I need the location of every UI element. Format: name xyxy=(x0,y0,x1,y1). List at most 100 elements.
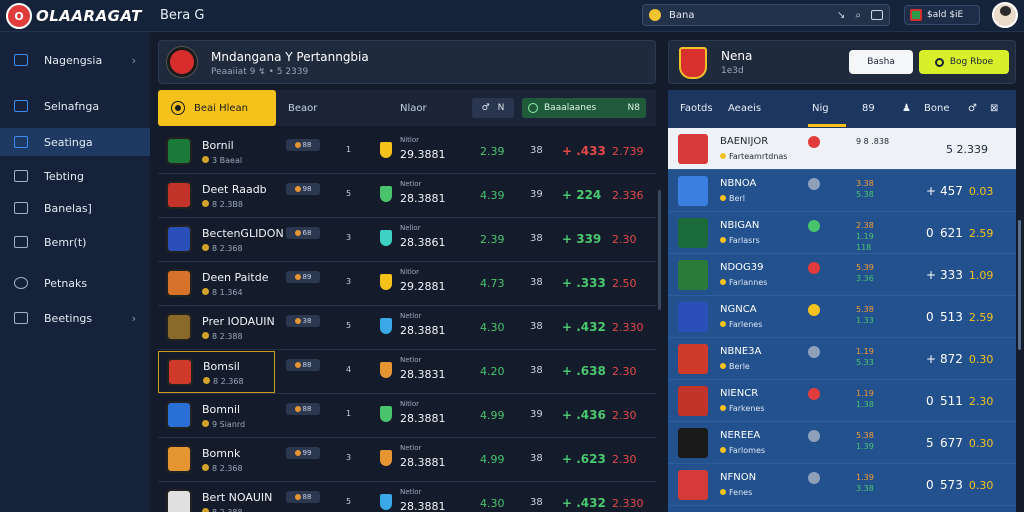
col-header[interactable]: Bone xyxy=(924,103,949,114)
brand-logo[interactable]: O OLAARAGAT xyxy=(6,3,142,29)
table-row[interactable]: BAENIJOR Farteamrtdnas 9 8 .838 5 2.339 xyxy=(668,128,1016,170)
price-value[interactable]: 2.30 xyxy=(612,453,637,466)
player-cell[interactable]: Bert NOAUIN 8 2.388 xyxy=(158,483,275,512)
col-header[interactable]: 89 xyxy=(862,103,875,114)
price-value[interactable]: 2.336 xyxy=(612,189,644,202)
avatar[interactable] xyxy=(992,2,1018,28)
table-row[interactable]: NEREEA Farlomes 5.38 1.39 5 677 0.30 xyxy=(668,422,1016,464)
price-value[interactable]: 2.330 xyxy=(612,321,644,334)
stat-chip[interactable]: 88 xyxy=(286,491,320,503)
player-name: Bert NOAUIN xyxy=(202,491,273,504)
price-value[interactable]: 2.30 xyxy=(612,365,637,378)
player-cell[interactable]: Deen Paitde 8 1.364 xyxy=(158,263,275,305)
col-header[interactable]: Faotds xyxy=(680,103,713,114)
table-row[interactable]: Bornil 3 Baeal 88 1 Nitlor 29.3881 2.39 38 + .43… xyxy=(158,130,656,174)
value-change: 0.30 xyxy=(968,437,994,450)
value-cell: 5 677 0.30 xyxy=(926,436,993,450)
table-row[interactable]: NBNE3A Berle 1.19 5.33 +872 0.30 xyxy=(668,338,1016,380)
odds-value[interactable]: 4.99 xyxy=(480,409,505,422)
table-row[interactable]: NGNCA Farlenes 5.38 1.33 0 513 2.59 xyxy=(668,296,1016,338)
stat-chip[interactable]: 88 xyxy=(286,403,320,415)
sidebar-item-networks[interactable]: Petnaks xyxy=(0,269,150,297)
price-value[interactable]: 2.739 xyxy=(612,145,644,158)
table-row[interactable]: NDOG39 Farlannes 5.39 3.36 +333 1.09 xyxy=(668,254,1016,296)
sidebar-item-settings[interactable]: Seatinga xyxy=(0,128,150,156)
trend-value: + 224 xyxy=(562,188,602,202)
player-name: NFNON xyxy=(720,472,757,483)
price-value[interactable]: 2.50 xyxy=(612,277,637,290)
sidebar-item-betting[interactable]: Tebting xyxy=(0,162,150,190)
jersey-icon xyxy=(678,176,708,206)
value-main: 511 xyxy=(940,394,963,408)
player-name: Bomsil xyxy=(203,360,240,373)
table-row[interactable]: Bomnil 9 Sianrd 88 1 Nitlor 28.3881 4.99 39 + .4… xyxy=(158,394,656,438)
sidebar-item-beetings[interactable]: Beetings › xyxy=(0,304,150,332)
table-row[interactable]: BectenGLIDON 8 2.368 68 3 Nelior 28.3861 2.39 3… xyxy=(158,218,656,262)
player-cell[interactable]: Deet Raadb 8 2.3B8 xyxy=(158,175,275,217)
search-bar[interactable]: Bana ↘ ⌕ xyxy=(642,4,890,26)
player-cell[interactable]: BectenGLIDON 8 2.368 xyxy=(158,219,284,261)
stat-line: 3.38 xyxy=(856,484,874,493)
stat-chip[interactable]: 68 xyxy=(286,227,320,239)
scrollbar[interactable] xyxy=(1018,220,1021,350)
odds-value[interactable]: 4.30 xyxy=(480,321,505,334)
table-row[interactable]: Bomnk 8 2.368 99 3 Netlor 28.3881 4.99 38 + .623… xyxy=(158,438,656,482)
table-row[interactable]: Prer IODAUIN 8 2.388 38 5 Netlor 28.3881 4.30 3… xyxy=(158,306,656,350)
table-row[interactable]: Bert NOAUIN 8 2.388 88 5 Netlor 28.3881 4.30 38… xyxy=(158,482,656,512)
close-box-icon[interactable]: ⊠ xyxy=(990,103,998,114)
table-row[interactable]: Bomsil 8 2.368 88 4 Netlor 28.3831 4.20 38 + .63… xyxy=(158,350,656,394)
price-value[interactable]: 2.30 xyxy=(612,233,637,246)
tab-active[interactable]: Beai Hlean xyxy=(158,90,276,126)
table-row[interactable]: NBIGAN Farlasrs 2.38 1.19 118 0 621 2.59 xyxy=(668,212,1016,254)
odds-value[interactable]: 4.20 xyxy=(480,365,505,378)
stat-chip[interactable]: 88 xyxy=(286,139,320,151)
stat-chip[interactable]: 98 xyxy=(286,183,320,195)
window-icon[interactable] xyxy=(871,9,883,20)
balance-button[interactable]: Baaalaanes N8 xyxy=(522,98,646,118)
value-prefix: 0 xyxy=(926,310,934,324)
value-cell: 0 573 0.30 xyxy=(926,478,993,492)
search-input[interactable]: Bana xyxy=(669,10,694,21)
col-header[interactable]: Aeaeis xyxy=(728,103,761,114)
stat-chip[interactable]: 88 xyxy=(286,359,320,371)
user-icon[interactable]: ♟ xyxy=(902,103,911,114)
region-selector[interactable]: $ald $iE xyxy=(904,5,980,25)
player-cell[interactable]: Bomsil 8 2.368 xyxy=(158,351,275,393)
odds-value[interactable]: 4.30 xyxy=(480,497,505,510)
shrink-icon[interactable]: ↘ xyxy=(837,10,845,21)
meta-text: 8 2.368 xyxy=(212,244,243,253)
odds-value[interactable]: 2.39 xyxy=(480,233,505,246)
table-row[interactable]: Deen Paitde 8 1.364 89 3 Nitlor 29.2881 4.73 38… xyxy=(158,262,656,306)
sidebar-item-report[interactable]: Bemr(t) xyxy=(0,228,150,256)
scrollbar[interactable] xyxy=(658,190,661,310)
price-value[interactable]: 2.30 xyxy=(612,409,637,422)
search-icon[interactable]: ⌕ xyxy=(855,10,861,21)
sidebar-item-dashboard[interactable]: Selnafnga xyxy=(0,92,150,120)
player-cell[interactable]: Prer IODAUIN 8 2.388 xyxy=(158,307,275,349)
sidebar-item-home[interactable]: Nagengsia › xyxy=(0,46,150,74)
table-row[interactable]: Deet Raadb 8 2.3B8 98 5 Netlor 28.3881 4.39 39 +… xyxy=(158,174,656,218)
player-cell[interactable]: Bomnil 9 Sianrd xyxy=(158,395,275,437)
sidebar-item-panels[interactable]: Banelas] xyxy=(0,194,150,222)
basha-button[interactable]: Basha xyxy=(849,50,913,74)
odds-value[interactable]: 2.39 xyxy=(480,145,505,158)
player-cell[interactable]: Bornil 3 Baeal xyxy=(158,131,275,173)
gender-icon[interactable]: ♂ xyxy=(968,103,977,114)
odds-value[interactable]: 4.99 xyxy=(480,453,505,466)
stat-chip[interactable]: 99 xyxy=(286,447,320,459)
tab-second[interactable]: Beaor xyxy=(288,90,317,126)
filter-toggle[interactable]: ♂ N xyxy=(472,98,514,118)
odds-value[interactable]: 4.39 xyxy=(480,189,505,202)
price-value[interactable]: 2.330 xyxy=(612,497,644,510)
odds-value[interactable]: 4.73 xyxy=(480,277,505,290)
table-row[interactable]: NIENCR Farkenes 1.19 1.38 0 511 2.30 xyxy=(668,380,1016,422)
stat-chip[interactable]: 89 xyxy=(286,271,320,283)
chip-value: 88 xyxy=(302,405,312,413)
tab-third[interactable]: Nlaor xyxy=(400,90,427,126)
table-row[interactable]: NBNOA Berl 3.38 5.38 +457 0.03 xyxy=(668,170,1016,212)
player-cell[interactable]: Bomnk 8 2.368 xyxy=(158,439,275,481)
table-row[interactable]: NFNON Fenes 1.39 3.38 0 573 0.30 xyxy=(668,464,1016,506)
col-header[interactable]: Nig xyxy=(812,103,829,114)
stat-chip[interactable]: 38 xyxy=(286,315,320,327)
bog-rboe-button[interactable]: Bog Rboe xyxy=(919,50,1009,74)
